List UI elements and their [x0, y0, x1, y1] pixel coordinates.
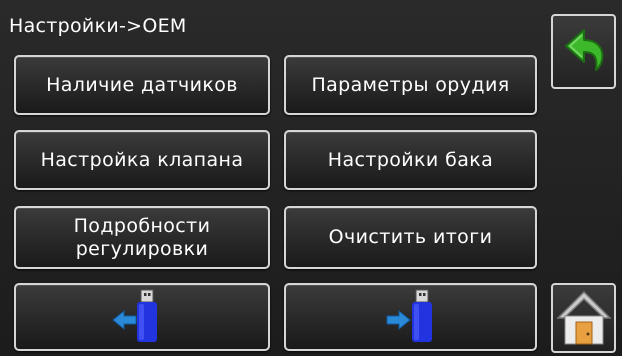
usb-import-button[interactable] [14, 283, 270, 351]
regulation-details-label: Подробности регулировки [74, 215, 211, 261]
home-icon [555, 290, 612, 345]
implement-parameters-button[interactable]: Параметры орудия [284, 55, 537, 115]
page-title: Настройки->OEM [9, 15, 187, 37]
valve-setup-button[interactable]: Настройка клапана [14, 130, 270, 190]
usb-export-button[interactable] [284, 283, 537, 351]
tank-settings-label: Настройки бака [327, 148, 494, 171]
usb-export-icon [386, 289, 432, 342]
back-button[interactable] [551, 14, 616, 89]
oem-settings-screen: Настройки->OEM Наличие датчиков Параметр… [0, 0, 622, 356]
usb-import-icon [112, 289, 157, 342]
clear-totals-button[interactable]: Очистить итоги [284, 206, 537, 269]
implement-parameters-label: Параметры орудия [311, 73, 510, 96]
regulation-details-label-line1: Подробности [73, 214, 211, 237]
regulation-details-button[interactable]: Подробности регулировки [14, 206, 270, 269]
tank-settings-button[interactable]: Настройки бака [284, 130, 537, 190]
sensors-availability-label: Наличие датчиков [46, 73, 238, 96]
back-arrow-icon [564, 28, 603, 71]
regulation-details-label-line2: регулировки [75, 237, 209, 260]
valve-setup-label: Настройка клапана [40, 148, 244, 171]
home-button[interactable] [551, 283, 616, 353]
sensors-availability-button[interactable]: Наличие датчиков [14, 55, 270, 115]
clear-totals-label: Очистить итоги [328, 226, 493, 248]
